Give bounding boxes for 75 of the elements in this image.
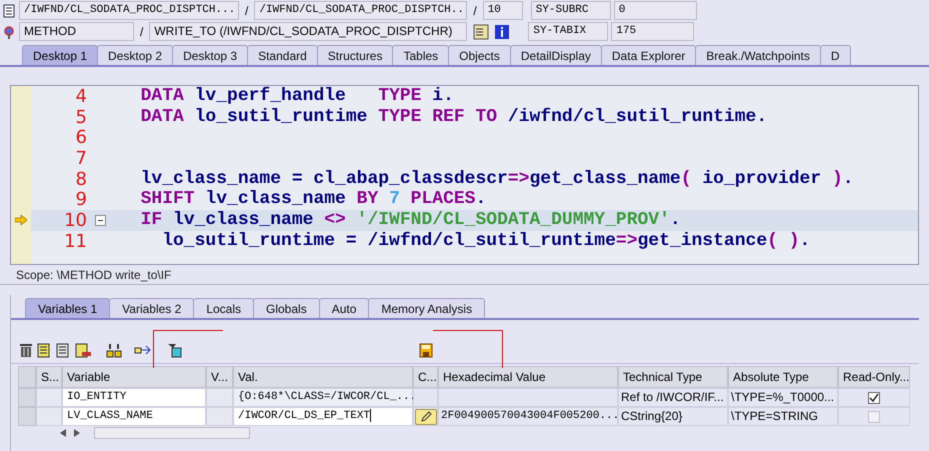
- column-header[interactable]: Read-Only...: [838, 366, 910, 388]
- tab[interactable]: Desktop 2: [97, 45, 174, 65]
- scrollbar-thumb[interactable]: [94, 427, 250, 439]
- tab[interactable]: Locals: [193, 298, 254, 318]
- text-field[interactable]: 0: [614, 1, 697, 20]
- checkbox[interactable]: [868, 392, 880, 404]
- list-icon[interactable]: [473, 24, 490, 40]
- code-line: IF lv_class_name <> '/IWFND/CL_SODATA_DUMMY_PROV'.: [140, 208, 681, 232]
- tab[interactable]: Data Explorer: [600, 45, 696, 65]
- table-delete-icon[interactable]: [75, 343, 92, 358]
- column-header[interactable]: Absolute Type: [728, 366, 838, 388]
- text-field[interactable]: SY-SUBRC: [530, 1, 611, 20]
- text-field[interactable]: WRITE_TO (/IWFND/CL_SODATA_PROC_DISPTCHR): [149, 22, 468, 41]
- tab[interactable]: Desktop 3: [172, 45, 248, 65]
- table-cell[interactable]: {O:648*\CLASS=/IWCOR/CL_...: [233, 388, 413, 407]
- code-line: DATA lv_perf_handle TYPE i.: [140, 86, 454, 108]
- text-field[interactable]: 10: [482, 1, 523, 20]
- column-header[interactable]: Hexadecimal Value: [438, 366, 618, 388]
- column-header[interactable]: Technical Type: [618, 366, 728, 388]
- table-cell: [36, 388, 62, 407]
- separator-text: /: [139, 24, 144, 40]
- table-icon[interactable]: [56, 343, 71, 358]
- tab[interactable]: Desktop 1: [22, 45, 98, 65]
- table-cell: 2F004900570043004F005200...: [438, 407, 618, 426]
- text-field[interactable]: /IWFND/CL_SODATA_PROC_DISPTCH...: [19, 1, 239, 20]
- info-icon[interactable]: [495, 24, 510, 40]
- table-cell: CString{20}: [618, 407, 728, 426]
- scope-text: Scope: \METHOD write_to\IF: [16, 266, 172, 284]
- code-line: lo_sutil_runtime = /iwfnd/cl_sutil_runtime=>get_instance( ).: [161, 230, 810, 253]
- save-icon[interactable]: [419, 343, 433, 358]
- columns-icon[interactable]: [106, 343, 122, 358]
- text-field[interactable]: 175: [611, 22, 694, 41]
- table-cell: [206, 407, 233, 426]
- tab[interactable]: Variables 2: [109, 298, 194, 318]
- table-cell: [206, 388, 233, 407]
- tab[interactable]: D: [820, 45, 851, 65]
- table-cell: IO_ENTITY: [62, 388, 206, 407]
- text-field[interactable]: SY-TABIX: [528, 22, 608, 41]
- tab[interactable]: Break./Watchpoints: [695, 45, 821, 65]
- tab[interactable]: Standard: [247, 45, 318, 65]
- code-line: lv_class_name = cl_abap_classdescr=>get_class_name( io_provider ).: [140, 168, 854, 190]
- table-cell[interactable]: /IWCOR/CL_DS_EP_TEXT: [233, 407, 413, 426]
- table-icon[interactable]: [37, 343, 52, 358]
- tab[interactable]: Memory Analysis: [368, 298, 486, 318]
- column-header[interactable]: Val.: [233, 366, 413, 388]
- code-line: SHIFT lv_class_name BY 7 PLACES.: [140, 188, 486, 211]
- document-icon: [2, 4, 16, 18]
- tab[interactable]: Structures: [316, 45, 394, 65]
- tab[interactable]: DetailDisplay: [510, 45, 602, 65]
- table-cell: \TYPE=%_T0000...: [728, 388, 838, 407]
- table-cell: [36, 407, 62, 426]
- column-header[interactable]: C...: [413, 366, 438, 388]
- table-cell: LV_CLASS_NAME: [62, 407, 206, 426]
- column-header[interactable]: V...: [206, 366, 233, 388]
- scroll-right-icon[interactable]: [74, 429, 80, 437]
- text-field[interactable]: /IWFND/CL_SODATA_PROC_DISPTCH...: [254, 1, 468, 20]
- table-cell: Ref to /IWCOR/IF...: [618, 388, 728, 407]
- code-line: DATA lo_sutil_runtime TYPE REF TO /iwfnd/cl_sutil_runtime.: [140, 106, 768, 129]
- separator-text: /: [244, 2, 250, 20]
- tab[interactable]: Tables: [392, 45, 450, 65]
- tab[interactable]: Objects: [448, 45, 511, 65]
- table-cell: \TYPE=STRING: [728, 407, 838, 426]
- column-header[interactable]: Variable: [62, 366, 206, 388]
- column-header[interactable]: S...: [36, 366, 62, 388]
- corner-cell[interactable]: [18, 366, 36, 388]
- scroll-left-icon[interactable]: [60, 429, 66, 437]
- tab[interactable]: Variables 1: [25, 298, 110, 318]
- tab[interactable]: Auto: [318, 298, 370, 318]
- text-field[interactable]: METHOD: [19, 22, 134, 41]
- trash-icon[interactable]: [19, 343, 33, 358]
- collapse-icon[interactable]: [94, 214, 106, 226]
- filter-icon[interactable]: [167, 343, 182, 358]
- separator-text: /: [472, 2, 478, 20]
- pencil-icon: [420, 410, 432, 422]
- tab[interactable]: Globals: [253, 298, 320, 318]
